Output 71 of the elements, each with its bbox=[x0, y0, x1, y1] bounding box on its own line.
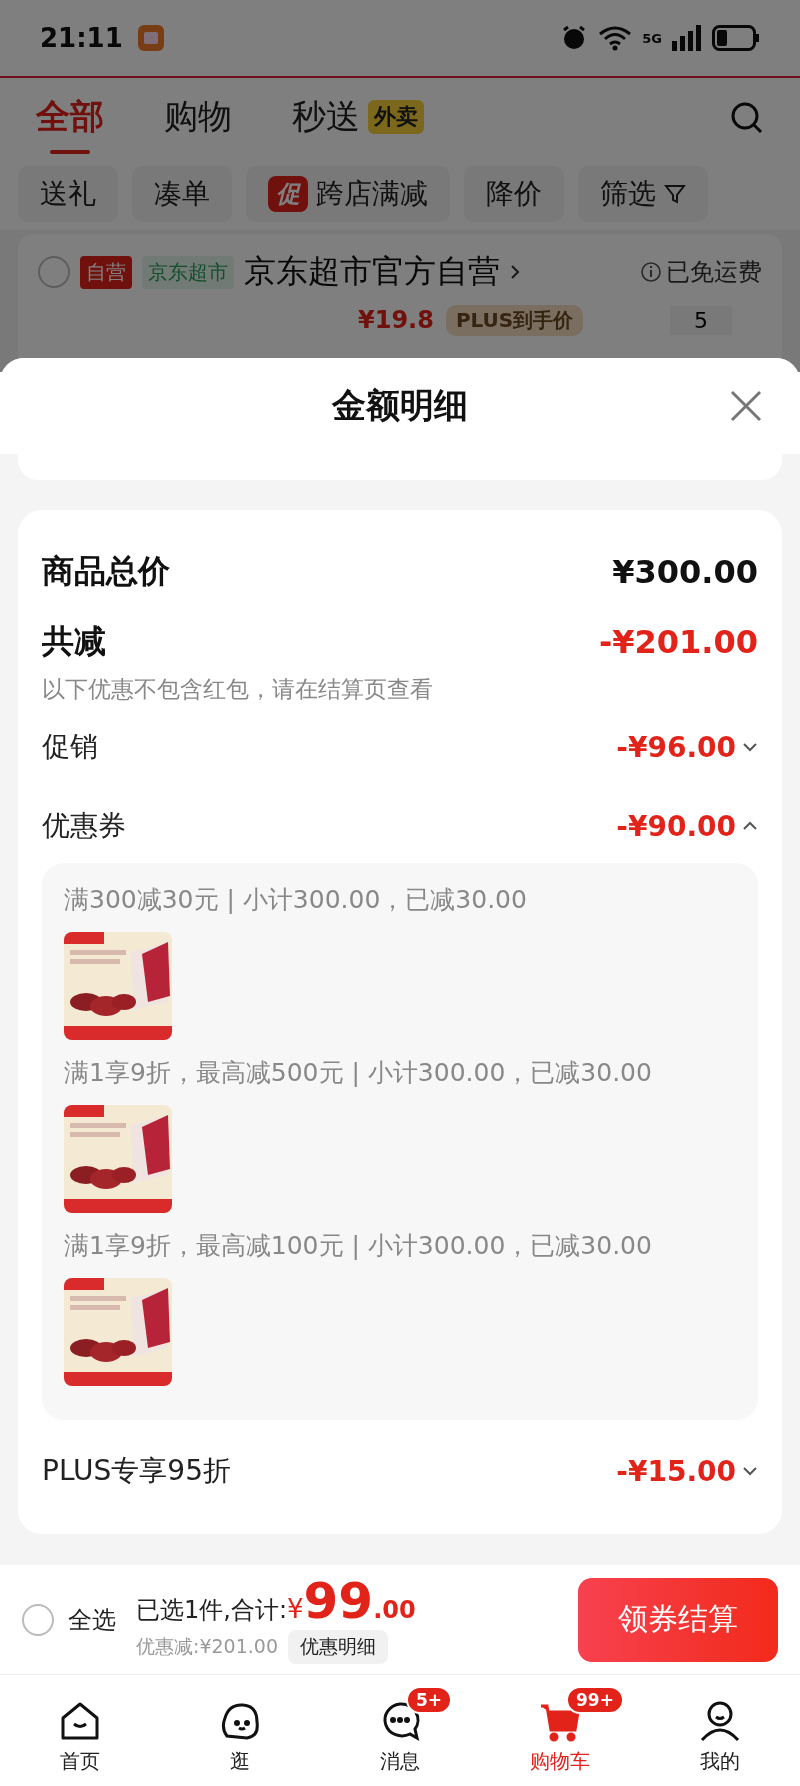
discount-toggle[interactable]: -¥15.00 bbox=[616, 1454, 758, 1488]
discount-label: 优惠券 bbox=[42, 808, 126, 844]
nav-label: 首页 bbox=[60, 1748, 100, 1775]
discount-value: -¥15.00 bbox=[616, 1454, 736, 1488]
nav-tab[interactable]: 逛 bbox=[165, 1686, 315, 1775]
reduction-note: 以下优惠不包含红包，请在结算页查看 bbox=[42, 675, 434, 704]
store-tag: 京东超市 bbox=[142, 255, 234, 289]
signal-icon bbox=[672, 25, 702, 51]
discount-label: PLUS专享95折 bbox=[42, 1453, 231, 1489]
coupon-text: 满1享9折，最高减500元 | 小计300.00，已减30.00 bbox=[64, 1057, 653, 1089]
discount-toggle[interactable]: -¥96.00 bbox=[616, 730, 758, 764]
nav-label: 消息 bbox=[380, 1748, 420, 1775]
quantity-field[interactable]: 5 bbox=[670, 305, 732, 335]
nav-tab[interactable]: 消息 5+ bbox=[325, 1686, 475, 1775]
item-price: ¥19.8 bbox=[358, 306, 434, 334]
discount-detail-button[interactable]: 优惠明细 bbox=[288, 1629, 388, 1664]
amount-decimals: .00 bbox=[373, 1595, 416, 1624]
total-value: ¥300.00 bbox=[612, 553, 758, 591]
filter-icon bbox=[664, 183, 686, 205]
coupon-text: 满300减30元 | 小计300.00，已减30.00 bbox=[64, 884, 528, 916]
reduction-label: 共减 bbox=[42, 621, 106, 662]
network-type: 5G bbox=[642, 30, 662, 46]
battery-icon bbox=[712, 25, 760, 51]
store-name[interactable]: 京东超市官方自营 bbox=[244, 250, 500, 294]
info-icon bbox=[640, 261, 662, 283]
discount-label: 促销 bbox=[42, 729, 98, 765]
search-icon[interactable] bbox=[730, 101, 764, 135]
category-tab[interactable]: 全部 bbox=[36, 80, 104, 156]
discount-value: -¥96.00 bbox=[616, 730, 736, 764]
nav-label: 购物车 bbox=[530, 1748, 590, 1775]
count-badge: 99+ bbox=[566, 1686, 624, 1714]
plus-price-tag: PLUS到手价 bbox=[445, 304, 584, 336]
discount-value: -¥90.00 bbox=[616, 809, 736, 843]
discount-toggle[interactable]: -¥90.00 bbox=[616, 809, 758, 843]
app-notification-icon bbox=[136, 24, 165, 52]
store-checkbox[interactable] bbox=[38, 256, 70, 288]
filter-chip[interactable]: 筛选 bbox=[578, 166, 708, 222]
filter-chip[interactable]: 送礼 bbox=[18, 166, 118, 222]
selection-summary: 已选1件,合计: bbox=[136, 1594, 287, 1626]
filter-chip[interactable]: 凑单 bbox=[132, 166, 232, 222]
checkout-button[interactable]: 领券结算 bbox=[578, 1577, 778, 1662]
nav-tab[interactable]: 购物车 99+ bbox=[485, 1686, 635, 1775]
tab-badge: 外卖 bbox=[368, 100, 424, 134]
discount-total: 优惠减:¥201.00 bbox=[136, 1633, 278, 1659]
chevron-up-icon bbox=[742, 821, 758, 831]
select-all-label[interactable]: 全选 bbox=[68, 1603, 116, 1636]
sheet-title: 金额明细 bbox=[332, 384, 468, 427]
nav-label: 我的 bbox=[700, 1748, 740, 1775]
total-amount: 99 bbox=[303, 1575, 374, 1626]
promo-tag: 促 bbox=[268, 176, 308, 212]
coupon-text: 满1享9折，最高减100元 | 小计300.00，已减30.00 bbox=[64, 1230, 653, 1262]
chip-label: 跨店满减 bbox=[316, 176, 428, 212]
filter-chip[interactable]: 促 跨店满减 bbox=[246, 166, 450, 222]
currency-sign: ¥ bbox=[287, 1593, 304, 1624]
store-tag: 自营 bbox=[80, 255, 132, 289]
chevron-down-icon bbox=[742, 742, 758, 752]
category-tab[interactable]: 秒送 外卖 bbox=[292, 80, 424, 156]
wifi-icon bbox=[598, 25, 633, 51]
filter-chip[interactable]: 降价 bbox=[464, 166, 564, 222]
chevron-down-icon bbox=[742, 1466, 758, 1476]
nav-tab[interactable]: 我的 bbox=[645, 1686, 795, 1775]
nav-tab[interactable]: 首页 bbox=[5, 1686, 155, 1775]
nav-label: 逛 bbox=[230, 1748, 250, 1775]
status-time: 21:11 bbox=[40, 23, 123, 53]
reduction-value: -¥201.00 bbox=[598, 623, 758, 661]
shipping-note: 已免运费 bbox=[666, 257, 762, 288]
category-tab[interactable]: 购物 bbox=[164, 80, 232, 156]
chevron-right-icon bbox=[510, 264, 520, 280]
total-label: 商品总价 bbox=[42, 551, 170, 592]
select-all-checkbox[interactable] bbox=[22, 1603, 54, 1636]
count-badge: 5+ bbox=[406, 1686, 453, 1714]
